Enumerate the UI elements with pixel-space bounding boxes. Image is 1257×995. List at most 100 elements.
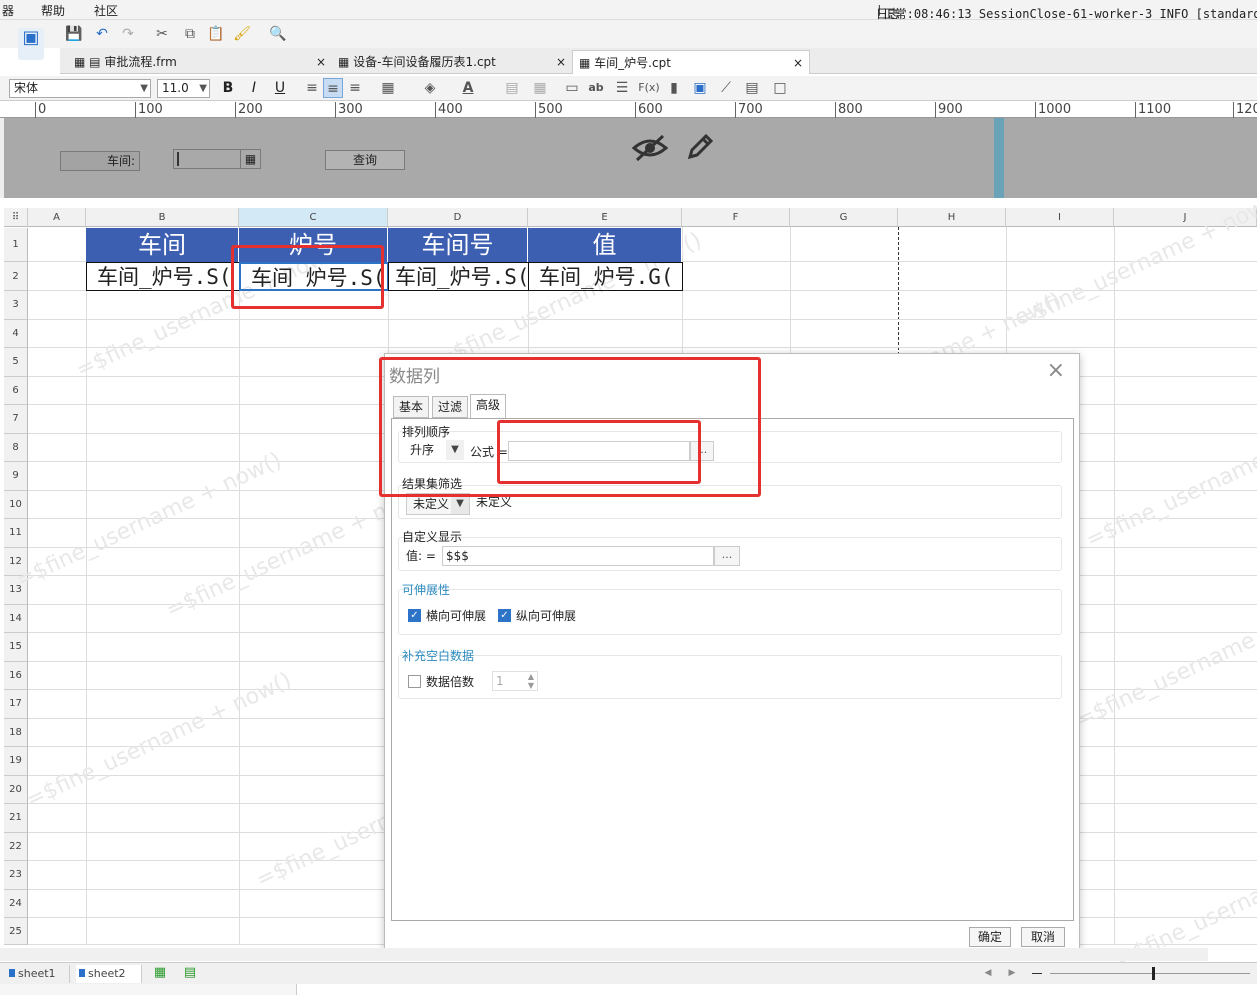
menu-item-help[interactable]: 帮助	[41, 2, 65, 19]
row-header-10[interactable]: 10	[4, 490, 28, 519]
zoom-slider-thumb[interactable]	[1152, 967, 1155, 980]
data-cell-e2[interactable]: 车间_炉号.G(	[528, 262, 683, 291]
close-icon[interactable]: ×	[316, 50, 326, 74]
data-multiple-stepper[interactable]: 1 ▲ ▼	[492, 671, 538, 691]
formula-button[interactable]: F(x)	[636, 78, 662, 98]
paste-icon[interactable]: 📋	[206, 24, 226, 44]
row-header-14[interactable]: 14	[4, 604, 28, 633]
fill-color-icon[interactable]: ◈	[420, 78, 440, 98]
close-icon[interactable]: ×	[793, 51, 803, 75]
ok-button[interactable]: 确定	[969, 927, 1011, 947]
query-button[interactable]: 查询	[325, 150, 405, 170]
row-header-11[interactable]: 11	[4, 519, 28, 548]
tab-workshop-furnace[interactable]: ▦ 车间_炉号.cpt ×	[572, 50, 810, 74]
data-cell-d2[interactable]: 车间_炉号.S(	[388, 262, 529, 291]
list-icon[interactable]: ☰	[612, 78, 632, 98]
row-header-8[interactable]: 8	[4, 433, 28, 462]
font-size-select[interactable]: 11.0 ▼	[157, 79, 210, 98]
menu-item-community[interactable]: 社区	[94, 2, 118, 19]
col-header-a[interactable]: A	[28, 208, 86, 227]
row-header-12[interactable]: 12	[4, 547, 28, 576]
image-icon[interactable]: ▣	[690, 78, 710, 98]
menu-item-server[interactable]: 器	[2, 2, 14, 19]
text-button[interactable]: ab	[586, 78, 606, 98]
row-header-18[interactable]: 18	[4, 718, 28, 747]
sub-report-icon[interactable]: ▤	[742, 78, 762, 98]
row-header-22[interactable]: 22	[4, 832, 28, 861]
cut-icon[interactable]: ✂	[152, 24, 172, 44]
eye-slash-icon[interactable]	[631, 132, 669, 172]
header-cell-workshop[interactable]: 车间	[86, 228, 239, 262]
row-header-17[interactable]: 17	[4, 690, 28, 719]
underline-button[interactable]: U	[270, 78, 290, 98]
slash-icon[interactable]: ⟋	[716, 78, 736, 98]
cancel-button[interactable]: 取消	[1021, 927, 1065, 947]
row-header-5[interactable]: 5	[4, 348, 28, 377]
row-header-6[interactable]: 6	[4, 376, 28, 405]
row-header-20[interactable]: 20	[4, 775, 28, 804]
select-all-corner[interactable]: ⠿	[4, 208, 28, 227]
bar-chart-icon[interactable]: ▮	[664, 78, 684, 98]
font-name-select[interactable]: 宋体 ▼	[9, 79, 151, 98]
data-multiple-checkbox[interactable]	[408, 675, 421, 688]
row-header-7[interactable]: 7	[4, 405, 28, 434]
redo-icon[interactable]: ↷	[118, 24, 138, 44]
undo-icon[interactable]: ↶	[92, 24, 112, 44]
col-header-h[interactable]: H	[898, 208, 1006, 227]
col-header-i[interactable]: I	[1006, 208, 1114, 227]
vertical-expand-checkbox[interactable]: ✓	[498, 609, 511, 622]
scroll-left-icon[interactable]: ◀	[978, 963, 998, 983]
stepper-arrows-icon[interactable]: ▲ ▼	[525, 672, 537, 690]
copy-icon[interactable]: ⧉	[180, 24, 200, 44]
row-header-9[interactable]: 9	[4, 462, 28, 491]
row-header-19[interactable]: 19	[4, 747, 28, 776]
align-left-icon[interactable]: ≡	[302, 78, 322, 98]
horizontal-expand-checkbox[interactable]: ✓	[408, 609, 421, 622]
close-icon[interactable]: ×	[1047, 358, 1065, 383]
tab-approval-flow[interactable]: ▦ ▤ 审批流程.frm ×	[68, 50, 332, 74]
tab-equipment-history[interactable]: ▦ 设备-车间设备履历表1.cpt ×	[332, 50, 572, 74]
sheet-tab-2[interactable]: sheet2	[76, 965, 142, 983]
header-cell-value[interactable]: 值	[528, 228, 682, 262]
calendar-icon[interactable]: ▦	[240, 150, 260, 168]
workshop-combo[interactable]: ▦	[173, 149, 261, 169]
custom-value-more-button[interactable]: ...	[714, 546, 740, 566]
zoom-out-icon[interactable]	[1032, 973, 1042, 974]
row-header-15[interactable]: 15	[4, 633, 28, 662]
merge-icon[interactable]: ▤	[502, 78, 522, 98]
custom-value-input[interactable]: $$$	[442, 546, 714, 566]
unmerge-icon[interactable]: ▦	[530, 78, 550, 98]
row-header-16[interactable]: 16	[4, 661, 28, 690]
template-icon[interactable]: ▣	[18, 28, 44, 60]
row-header-24[interactable]: 24	[4, 889, 28, 918]
col-header-f[interactable]: F	[682, 208, 790, 227]
save-icon[interactable]: 💾	[64, 24, 84, 44]
col-header-j[interactable]: J	[1114, 208, 1257, 227]
row-header-25[interactable]: 25	[4, 918, 28, 945]
scroll-right-icon[interactable]: ▶	[1002, 963, 1022, 983]
align-right-icon[interactable]: ≡	[345, 78, 365, 98]
col-header-g[interactable]: G	[790, 208, 898, 227]
row-header-3[interactable]: 3	[4, 291, 28, 320]
font-color-icon[interactable]: A	[458, 78, 478, 98]
header-cell-workshop-no[interactable]: 车间号	[388, 228, 528, 262]
add-poly-sheet-icon[interactable]: ▤	[180, 963, 200, 983]
align-center-icon[interactable]: ≡	[323, 78, 343, 98]
insert-row-icon[interactable]: ▭	[562, 78, 582, 98]
bold-button[interactable]: B	[218, 78, 238, 98]
col-header-c[interactable]: C	[239, 208, 388, 227]
cell-element-icon[interactable]: □	[770, 78, 790, 98]
data-cell-b2[interactable]: 车间_炉号.S(	[86, 262, 240, 291]
col-header-e[interactable]: E	[528, 208, 682, 227]
col-header-d[interactable]: D	[388, 208, 528, 227]
preview-icon[interactable]: 🔍	[268, 24, 288, 44]
row-header-21[interactable]: 21	[4, 804, 28, 833]
zoom-slider[interactable]	[1050, 973, 1250, 974]
border-icon[interactable]: ▦	[378, 78, 398, 98]
row-header-1[interactable]: 1	[4, 228, 28, 262]
row-header-2[interactable]: 2	[4, 262, 28, 291]
horizontal-scrollbar[interactable]	[0, 948, 1208, 961]
add-sheet-icon[interactable]: ▦	[150, 963, 170, 983]
close-icon[interactable]: ×	[556, 50, 566, 74]
panel-boundary[interactable]	[994, 118, 1004, 198]
